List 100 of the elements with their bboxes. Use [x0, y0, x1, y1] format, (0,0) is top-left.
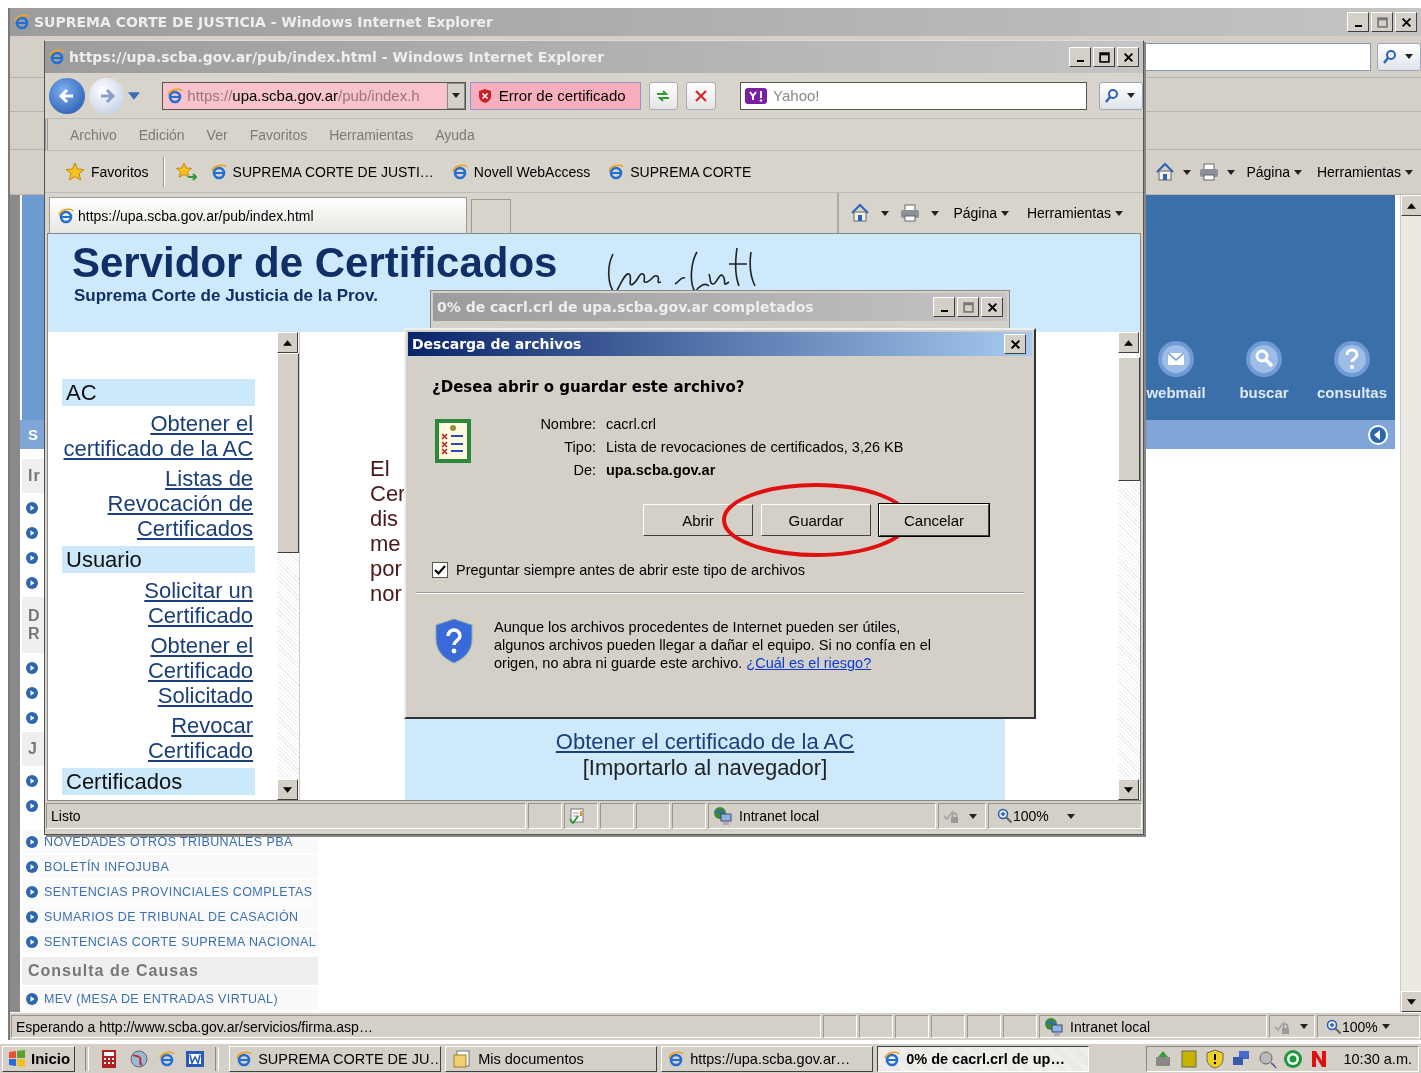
command-menu[interactable]: Página [949, 205, 1017, 221]
bullet-icon [26, 711, 38, 724]
maximize-button[interactable] [957, 297, 979, 317]
command-menu[interactable]: Herramientas [1312, 164, 1421, 180]
favorite-link[interactable]: SUPREMA CORTE [604, 163, 756, 180]
caret-icon [1066, 813, 1075, 819]
taskbar-button[interactable]: 0% de cacrl.crl de up… [877, 1045, 1090, 1072]
back-button[interactable] [49, 77, 85, 114]
scroll-up-button[interactable] [1401, 195, 1421, 216]
taskbar-button[interactable]: https://upa.scba.gov.ar… [661, 1045, 874, 1072]
dialog-button[interactable]: Abrir [643, 504, 753, 536]
bullet-icon [26, 799, 38, 812]
minimize-button[interactable] [1347, 12, 1369, 32]
scroll-up-button[interactable] [1118, 332, 1139, 353]
dropdown-button[interactable] [446, 82, 465, 109]
globe-icon[interactable] [129, 1048, 150, 1069]
caret-icon[interactable] [128, 91, 141, 100]
nav-link[interactable]: Obtener el certificado de la AC [62, 411, 256, 461]
ca-link[interactable]: Obtener el certificado de la AC [555, 729, 855, 755]
status-panel [1003, 1015, 1037, 1038]
caret-icon [881, 210, 890, 216]
refresh-button[interactable] [648, 81, 679, 110]
risk-link[interactable]: ¿Cuál es el riesgo? [746, 655, 872, 671]
caret-icon [969, 813, 977, 819]
printer-icon[interactable] [1198, 161, 1221, 183]
portal-nav-item[interactable]: consultas [1317, 340, 1387, 401]
browser-icon [14, 14, 30, 30]
maximize-button[interactable] [1371, 12, 1393, 32]
word-icon[interactable] [185, 1048, 206, 1069]
page-report-icon[interactable] [569, 808, 585, 824]
help-icon [1333, 340, 1371, 378]
browser-icon [58, 207, 74, 224]
back-icon[interactable] [1367, 423, 1389, 446]
search-field[interactable] [1145, 42, 1371, 71]
close-button[interactable] [1004, 334, 1026, 354]
scroll-down-button[interactable] [1118, 779, 1139, 800]
search-button[interactable] [1377, 42, 1421, 71]
shield-warning-icon[interactable] [1205, 1048, 1226, 1069]
field-value: cacrl.crl [606, 416, 657, 432]
sidebar-item[interactable]: SENTENCIAS PROVINCIALES COMPLETAS [22, 880, 318, 905]
scroll-up-button[interactable] [277, 332, 299, 353]
minimize-button[interactable] [1069, 47, 1091, 67]
taskbar-button[interactable]: Mis documentos [445, 1045, 658, 1072]
scrollbar[interactable] [1400, 195, 1421, 1012]
scrollbar[interactable] [277, 332, 299, 800]
search-button[interactable] [1099, 81, 1143, 110]
browser-tab[interactable]: https://upa.scba.gov.ar/pub/index.html [49, 197, 467, 233]
nav-heading: Usuario [62, 546, 256, 573]
zoom-icon[interactable] [997, 808, 1013, 824]
minimize-button[interactable] [933, 297, 955, 317]
address-field[interactable]: https://upa.scba.gov.ar/pub/index.h [162, 81, 466, 110]
status-panel [859, 1015, 893, 1038]
target-icon[interactable] [1283, 1048, 1304, 1069]
taskbar-button[interactable]: SUPREMA CORTE DE JU… [229, 1045, 442, 1072]
favorite-link[interactable]: Novell WebAccess [447, 163, 595, 180]
zoom-icon[interactable] [1326, 1018, 1342, 1035]
scroll-thumb[interactable] [277, 353, 299, 553]
command-menu[interactable]: Herramientas [1022, 205, 1131, 221]
scroll-down-button[interactable] [277, 779, 299, 800]
caret-icon [1293, 169, 1302, 175]
mail-icon [1157, 340, 1195, 378]
close-button[interactable] [1117, 47, 1139, 67]
checkbox[interactable] [432, 562, 448, 578]
dialog-button[interactable]: Guardar [761, 504, 871, 536]
browser-icon [236, 1050, 253, 1067]
sidebar-item[interactable]: MEV (MESA DE ENTRADAS VIRTUAL) [22, 987, 318, 1012]
sidebar-item[interactable]: BOLETÍN INFOJUBA [22, 855, 318, 880]
close-button[interactable] [1395, 12, 1417, 32]
printer-icon[interactable] [899, 202, 922, 224]
bullet-icon [26, 910, 38, 923]
dialog-button[interactable]: Cancelar [879, 504, 989, 536]
start-button[interactable]: Inicio [2, 1045, 76, 1072]
caret-icon [1000, 210, 1009, 216]
bullet-icon [26, 686, 38, 699]
maximize-button[interactable] [1093, 47, 1115, 67]
search-placeholder: Yahoo! [773, 87, 820, 104]
scroll-thumb[interactable] [1118, 357, 1140, 481]
favorite-link[interactable]: SUPREMA CORTE DE JUSTI… [206, 163, 438, 180]
text-fragment: por [370, 556, 402, 581]
shield-error-icon [476, 87, 493, 104]
sidebar-heading: Consulta de Causas [22, 957, 318, 985]
stop-button[interactable] [686, 81, 717, 110]
scroll-down-button[interactable] [1401, 991, 1421, 1012]
network-icon [1044, 1016, 1064, 1037]
search-field[interactable]: Yahoo! [740, 81, 1088, 110]
maximize-icon [962, 301, 974, 313]
text-fragment: El [370, 456, 390, 481]
portal-nav-item[interactable]: buscar [1229, 340, 1299, 401]
sidebar-item[interactable]: SENTENCIAS CORTE SUPREMA NACIONAL [22, 930, 318, 955]
scrollbar[interactable] [1118, 332, 1140, 800]
command-menu[interactable]: Página [1242, 164, 1310, 180]
close-button[interactable] [981, 297, 1003, 317]
star-icon [65, 161, 85, 182]
favorites-button[interactable]: Favoritos [61, 161, 153, 182]
bullet-icon [26, 501, 38, 514]
search-icon [1245, 340, 1283, 378]
sidebar-item[interactable]: SUMARIOS DE TRIBUNAL DE CASACIÓN [22, 905, 318, 930]
certificate-error-button[interactable]: Error de certificado [469, 81, 641, 110]
bullet-icon [26, 551, 38, 564]
document-icon [452, 1048, 473, 1069]
